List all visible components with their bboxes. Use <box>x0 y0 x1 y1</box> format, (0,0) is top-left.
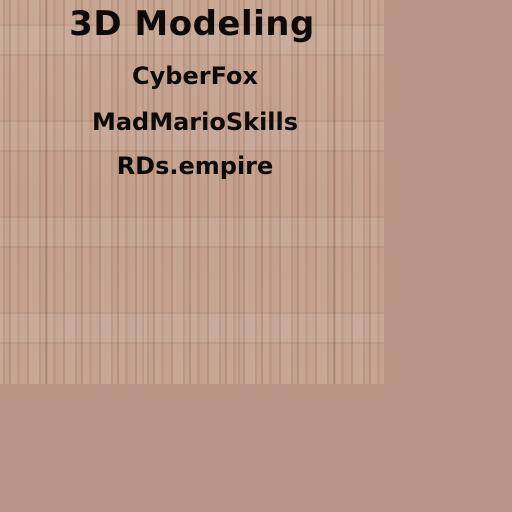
credit-line: RDs.empire <box>116 152 274 180</box>
credit-line: MadMarioSkills <box>91 108 299 136</box>
title-text: 3D Modeling <box>69 4 315 44</box>
credit-line: CyberFox <box>132 62 258 90</box>
wood-texture-panel <box>0 0 384 384</box>
texture-canvas: 3D Modeling CyberFox MadMarioSkills RDs.… <box>0 0 512 512</box>
